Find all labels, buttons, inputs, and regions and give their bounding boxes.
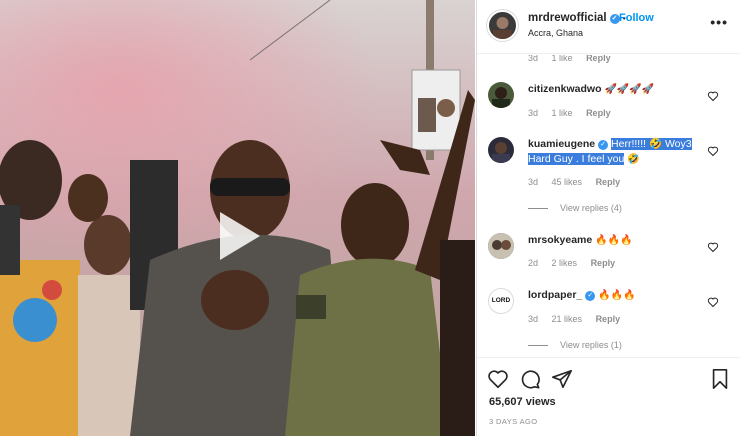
replies-divider (528, 208, 548, 210)
commenter-avatar[interactable] (488, 137, 514, 163)
comment-text: kuamieugene ✓ Herr!!!!! 🤣 Woy3 Hard Guy .… (528, 137, 698, 167)
comment-body: 🔥🔥🔥 (595, 235, 633, 246)
view-replies-button[interactable]: View replies (1) (528, 340, 622, 350)
view-replies-label[interactable]: View replies (4) (560, 203, 622, 213)
heart-icon[interactable] (487, 368, 509, 390)
reply-button[interactable]: Reply (586, 55, 611, 63)
comment-icon[interactable] (519, 368, 541, 390)
heart-icon[interactable] (707, 90, 719, 102)
heart-icon[interactable] (707, 145, 719, 157)
comment-age: 3d (528, 177, 539, 187)
comment-age: 3d (528, 108, 539, 118)
commenter-username[interactable]: mrsokyeame (528, 234, 592, 246)
comment-age: 3d (528, 55, 539, 63)
comment-likes[interactable]: 1 like (552, 55, 573, 63)
comment-text: citizenkwadwo 🚀🚀🚀🚀 (528, 82, 698, 97)
commenter-avatar[interactable]: LORD (488, 288, 514, 314)
heart-icon[interactable] (707, 296, 719, 308)
commenter-username[interactable]: citizenkwadwo (528, 83, 602, 95)
comment-meta: 3d 1 like Reply (528, 55, 622, 63)
view-replies-label[interactable]: View replies (1) (560, 340, 622, 350)
reply-button[interactable]: Reply (591, 258, 616, 268)
replies-divider (528, 345, 548, 347)
comment-likes[interactable]: 2 likes (552, 258, 578, 268)
comment-body-tail: 🤣 (624, 154, 640, 165)
play-icon[interactable] (208, 206, 268, 266)
post-location[interactable]: Accra, Ghana (528, 28, 583, 38)
commenter-avatar[interactable] (488, 82, 514, 108)
commenter-username[interactable]: lordpaper_ (528, 289, 582, 301)
heart-icon[interactable] (707, 241, 719, 253)
follow-button[interactable]: Follow (619, 12, 654, 24)
author-avatar[interactable] (487, 10, 518, 41)
comment-likes[interactable]: 45 likes (552, 177, 583, 187)
comment-age: 2d (528, 258, 539, 268)
post-timestamp[interactable]: 3 DAYS AGO (489, 417, 537, 426)
comment-likes[interactable]: 21 likes (552, 314, 583, 324)
comments-list[interactable]: 3d 1 like Reply citizenkwadwo 🚀🚀🚀🚀 3d 1 … (477, 55, 740, 356)
comment-likes[interactable]: 1 like (552, 108, 573, 118)
commenter-username[interactable]: kuamieugene (528, 138, 595, 150)
reply-button[interactable]: Reply (596, 314, 621, 324)
reply-button[interactable]: Reply (596, 177, 621, 187)
verified-icon: ✓ (585, 291, 596, 301)
view-replies-button[interactable]: View replies (4) (528, 203, 622, 213)
verified-icon: ✓ (598, 140, 609, 150)
author-username[interactable]: mrdrewofficial ✓ • (528, 12, 629, 24)
bookmark-icon[interactable] (709, 368, 731, 390)
comment-body: 🚀🚀🚀🚀 (604, 84, 655, 95)
post-actions: 65,607 views 3 DAYS AGO (477, 357, 740, 436)
post-side-panel: mrdrewofficial ✓ • Follow Accra, Ghana •••… (476, 0, 740, 436)
share-icon[interactable] (551, 368, 573, 390)
comment-meta: 3d 45 likes Reply (528, 177, 631, 187)
comment-body: 🔥🔥🔥 (598, 290, 636, 301)
commenter-avatar[interactable] (488, 233, 514, 259)
comment-meta: 3d 21 likes Reply (528, 314, 631, 324)
comment-meta: 2d 2 likes Reply (528, 258, 626, 268)
post-video[interactable] (0, 0, 475, 436)
comment-text: mrsokyeame 🔥🔥🔥 (528, 233, 698, 248)
reply-button[interactable]: Reply (586, 108, 611, 118)
author-username-text[interactable]: mrdrewofficial (528, 12, 607, 24)
post-header: mrdrewofficial ✓ • Follow Accra, Ghana ••• (477, 0, 740, 54)
comment-meta: 3d 1 like Reply (528, 108, 622, 118)
view-count[interactable]: 65,607 views (489, 396, 556, 408)
comment-age: 3d (528, 314, 539, 324)
comment-text: lordpaper_ ✓ 🔥🔥🔥 (528, 288, 698, 303)
more-icon[interactable]: ••• (710, 14, 728, 30)
